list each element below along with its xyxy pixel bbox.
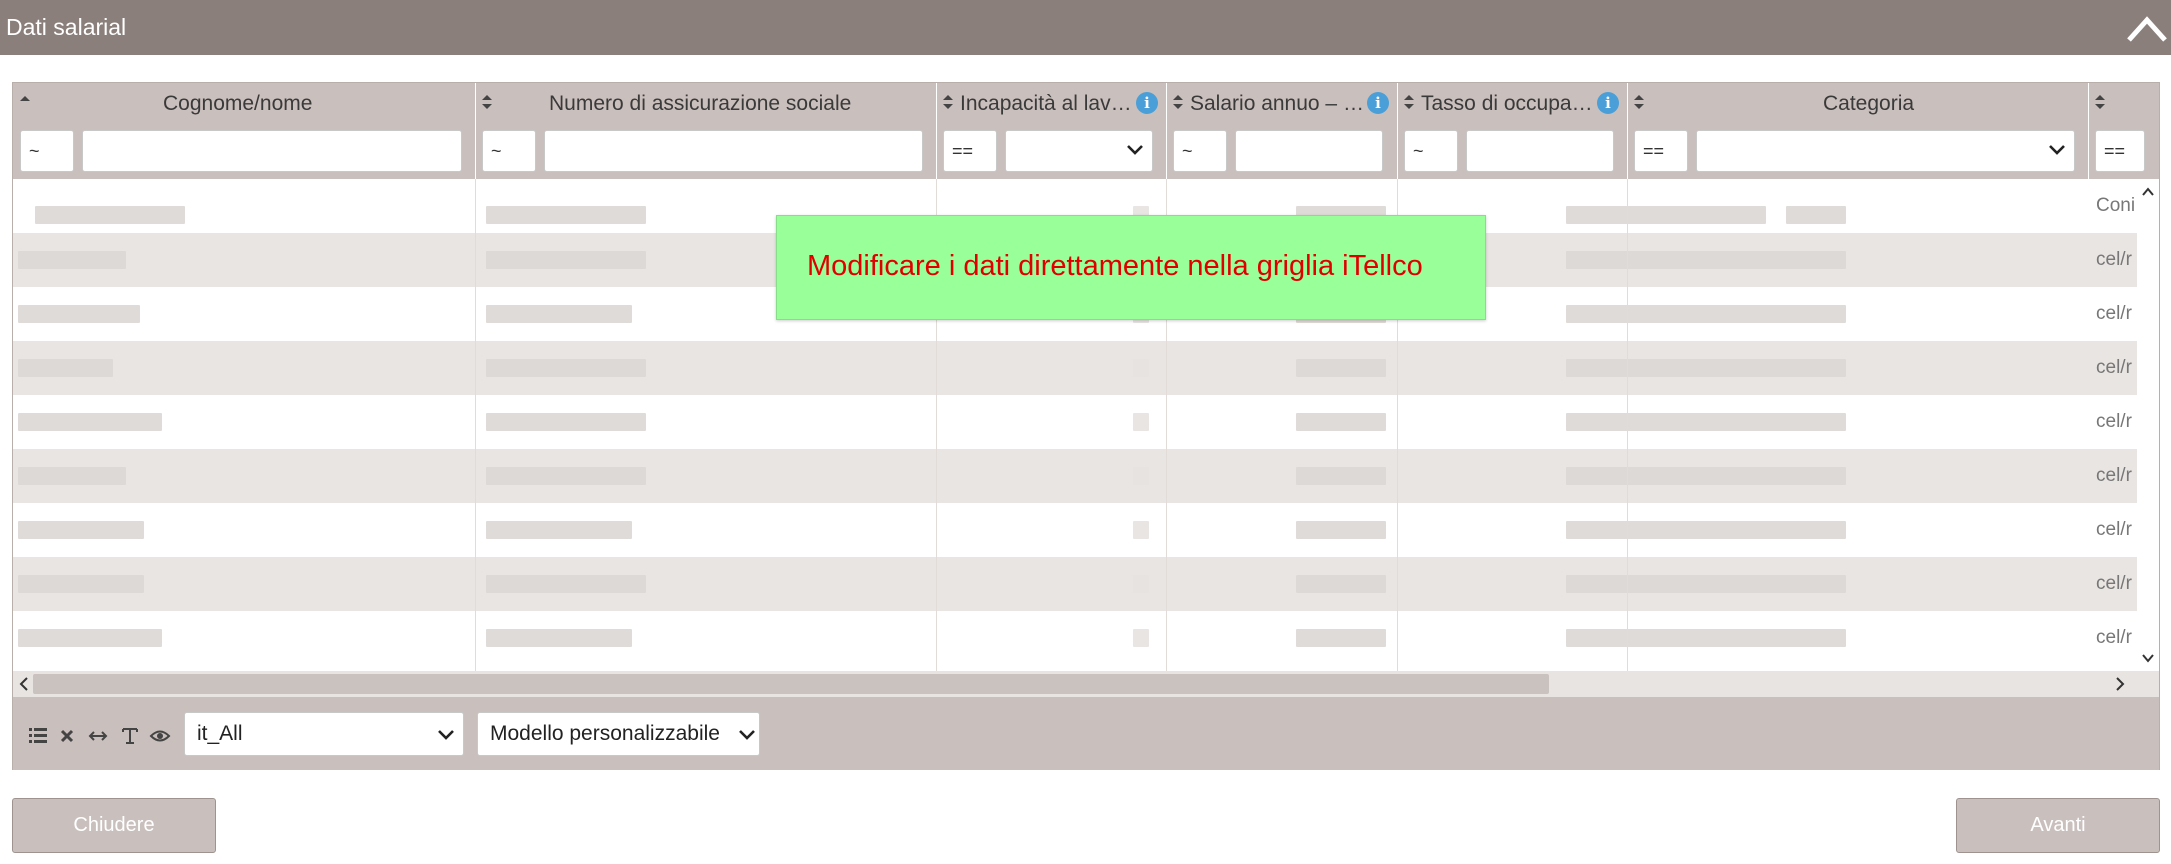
chevron-up-icon[interactable] — [2123, 8, 2171, 48]
clear-icon[interactable] — [57, 724, 79, 746]
filter-operator[interactable]: == — [2095, 130, 2145, 172]
column-header-annual-salary[interactable]: Salario annuo – … i — [1166, 83, 1397, 126]
sort-icon[interactable] — [942, 93, 954, 111]
info-icon[interactable]: i — [1597, 92, 1619, 114]
table-cell: cel/r — [2096, 411, 2132, 432]
column-header-label: Tasso di occupa… — [1421, 92, 1593, 115]
scroll-left-icon[interactable] — [17, 676, 31, 692]
window-title: Dati salarial — [6, 14, 127, 40]
sort-icon[interactable] — [1633, 93, 1645, 111]
filter-select-category[interactable] — [1696, 130, 2075, 172]
filter-input-name[interactable] — [82, 130, 462, 172]
column-header-occupation-rate[interactable]: Tasso di occupa… i — [1397, 83, 1627, 126]
scroll-down-icon[interactable] — [2142, 653, 2154, 663]
table-cell: cel/r — [2096, 627, 2132, 648]
filter-input-annual-salary[interactable] — [1235, 130, 1383, 172]
notice-message: Modificare i dati direttamente nella gri… — [807, 250, 1423, 282]
column-header-social-security[interactable]: Numero di assicurazione sociale — [475, 83, 936, 126]
next-button[interactable]: Avanti — [1956, 798, 2160, 853]
language-select[interactable]: it_All — [184, 712, 464, 756]
column-divider — [475, 179, 476, 753]
filter-operator[interactable]: ~ — [1173, 130, 1227, 172]
sort-asc-icon[interactable] — [19, 93, 31, 111]
column-header-incapacity[interactable]: Incapacità al lav… i — [936, 83, 1166, 126]
scroll-up-icon[interactable] — [2142, 187, 2154, 197]
table-cell: cel/r — [2096, 465, 2132, 486]
text-format-icon[interactable] — [119, 724, 141, 746]
close-button[interactable]: Chiudere — [12, 798, 216, 853]
scrollbar-thumb[interactable] — [33, 674, 1549, 694]
chevron-down-icon — [739, 730, 755, 740]
filter-operator[interactable]: == — [1634, 130, 1688, 172]
column-header-label: Salario annuo – … — [1190, 92, 1364, 115]
table-row[interactable]: cel/r — [13, 395, 2137, 449]
column-header-name[interactable]: Cognome/nome — [13, 83, 475, 126]
sort-icon[interactable] — [2094, 93, 2106, 111]
column-header-label: Numero di assicurazione sociale — [549, 92, 852, 115]
table-cell: Coni — [2096, 195, 2136, 216]
filter-operator[interactable]: ~ — [1404, 130, 1458, 172]
title-bar: Dati salarial — [0, 0, 2171, 55]
sort-icon[interactable] — [1172, 93, 1184, 111]
grid-toolbar: it_All Modello personalizzabile — [13, 697, 2159, 770]
table-cell: cel/r — [2096, 519, 2132, 540]
info-icon[interactable]: i — [1367, 92, 1389, 114]
model-select-value: Modello personalizzabile — [490, 722, 720, 745]
chevron-down-icon — [438, 730, 454, 740]
eye-icon[interactable] — [149, 724, 171, 746]
column-header-extra[interactable] — [2088, 83, 2159, 126]
filter-operator[interactable]: ~ — [20, 130, 74, 172]
table-row[interactable]: cel/r — [13, 503, 2137, 557]
scroll-right-icon[interactable] — [2113, 676, 2127, 692]
horizontal-scrollbar[interactable] — [13, 671, 2159, 697]
column-header-label: Categoria — [1823, 92, 1915, 115]
filter-operator[interactable]: == — [943, 130, 997, 172]
column-header-label: Cognome/nome — [163, 92, 313, 115]
chevron-down-icon — [1127, 145, 1143, 155]
table-cell: cel/r — [2096, 303, 2132, 324]
info-icon[interactable]: i — [1136, 92, 1158, 114]
list-icon[interactable] — [27, 724, 49, 746]
notice-toast: Modificare i dati direttamente nella gri… — [776, 215, 1486, 320]
vertical-scrollbar[interactable] — [2137, 179, 2159, 671]
table-cell: cel/r — [2096, 573, 2132, 594]
data-grid: Cognome/nome Numero di assicurazione soc… — [12, 82, 2160, 770]
filter-select-incapacity[interactable] — [1005, 130, 1153, 172]
language-select-value: it_All — [197, 722, 243, 745]
column-header-label: Incapacità al lav… — [960, 92, 1132, 115]
table-row[interactable]: cel/r — [13, 557, 2137, 611]
sort-icon[interactable] — [481, 93, 493, 111]
model-select[interactable]: Modello personalizzabile — [477, 712, 760, 756]
resize-icon[interactable] — [87, 724, 109, 746]
filter-input-social-security[interactable] — [544, 130, 923, 172]
column-divider — [1627, 179, 1628, 753]
filter-operator[interactable]: ~ — [482, 130, 536, 172]
sort-icon[interactable] — [1403, 93, 1415, 111]
filter-input-occupation-rate[interactable] — [1466, 130, 1614, 172]
chevron-down-icon — [2049, 145, 2065, 155]
table-cell: cel/r — [2096, 357, 2132, 378]
column-header-category[interactable]: Categoria — [1627, 83, 2088, 126]
table-row[interactable]: cel/r — [13, 449, 2137, 503]
table-cell: cel/r — [2096, 249, 2132, 270]
table-row[interactable]: cel/r — [13, 341, 2137, 395]
table-row[interactable]: cel/r — [13, 611, 2137, 665]
